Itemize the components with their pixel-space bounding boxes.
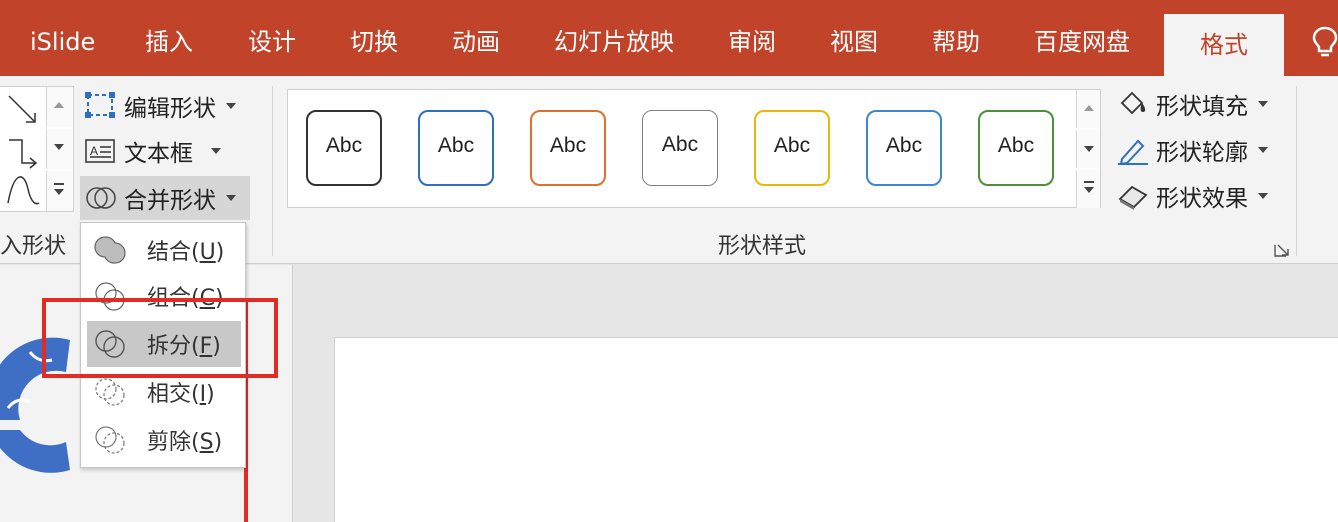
edit-points-icon	[85, 92, 115, 118]
tab-review[interactable]: 审阅	[728, 0, 776, 76]
tab-insert[interactable]: 插入	[145, 0, 193, 76]
styles-scroll-down[interactable]	[1076, 130, 1100, 168]
tab-transitions[interactable]: 切换	[350, 0, 398, 76]
subtract-label: 剪除(S)	[147, 430, 223, 455]
chevron-down-icon	[226, 195, 236, 201]
edit-shape-label: 编辑形状	[124, 96, 216, 122]
shape-fill-button[interactable]: 形状填充	[1116, 86, 1268, 122]
style-preset-3[interactable]: Abc	[530, 110, 606, 186]
chevron-down-icon	[226, 103, 236, 109]
curve-icon[interactable]	[6, 175, 40, 209]
svg-text:A: A	[90, 144, 98, 158]
paint-bucket-icon	[1120, 91, 1146, 115]
chevron-down-icon	[211, 148, 221, 154]
text-box-button[interactable]: A 文本框	[84, 133, 221, 169]
intersect-icon	[95, 378, 125, 406]
merge-shapes-label: 合并形状	[124, 188, 216, 214]
group-separator	[1296, 86, 1297, 256]
dialog-launcher-icon[interactable]	[1274, 241, 1290, 257]
tab-view[interactable]: 视图	[830, 0, 878, 76]
group-separator	[272, 86, 273, 256]
menu-item-subtract[interactable]: 剪除(S)	[87, 417, 241, 463]
slide-canvas[interactable]	[334, 337, 1338, 522]
shape-effects-icon	[1118, 185, 1148, 210]
chevron-down-icon	[1258, 101, 1268, 107]
text-box-label: 文本框	[124, 141, 193, 167]
gallery-scroll-down[interactable]	[46, 129, 72, 169]
highlight-annotation-box	[42, 298, 278, 378]
text-box-icon: A	[85, 139, 115, 163]
style-preset-5[interactable]: Abc	[754, 110, 830, 186]
gallery-scroll-up[interactable]	[46, 87, 72, 127]
tab-help[interactable]: 帮助	[932, 0, 980, 76]
style-preset-2[interactable]: Abc	[418, 110, 494, 186]
gallery-expand[interactable]	[46, 171, 72, 211]
tab-baidu-netdisk[interactable]: 百度网盘	[1034, 0, 1130, 76]
style-preset-6[interactable]: Abc	[866, 110, 942, 186]
styles-scroll-up[interactable]	[1076, 90, 1100, 128]
tab-slideshow[interactable]: 幻灯片放映	[554, 0, 674, 76]
style-preset-4[interactable]: Abc	[642, 110, 718, 186]
elbow-connector-icon[interactable]	[6, 135, 40, 169]
shape-fill-label: 形状填充	[1156, 94, 1248, 120]
shape-outline-button[interactable]: 形状轮廓	[1116, 132, 1268, 168]
union-label: 结合(U)	[147, 240, 225, 265]
union-icon	[94, 236, 126, 264]
subtract-icon	[95, 426, 125, 454]
shape-effects-label: 形状效果	[1156, 186, 1248, 212]
intersect-label: 相交(I)	[147, 382, 215, 407]
shape-effects-button[interactable]: 形状效果	[1116, 178, 1268, 214]
insert-shapes-group-label: 入形状	[0, 234, 67, 259]
arrow-line-icon[interactable]	[6, 93, 40, 127]
chevron-down-icon	[1258, 147, 1268, 153]
style-preset-1[interactable]: Abc	[306, 110, 382, 186]
menu-item-union[interactable]: 结合(U)	[87, 227, 241, 273]
lightbulb-icon[interactable]	[1312, 26, 1338, 58]
ribbon-tab-bar: iSlide 插入 设计 切换 动画 幻灯片放映 审阅 视图 帮助 百度网盘 格…	[0, 0, 1338, 76]
tab-design[interactable]: 设计	[248, 0, 296, 76]
tab-islide[interactable]: iSlide	[30, 0, 95, 76]
pen-icon	[1118, 139, 1148, 165]
merge-shapes-icon	[86, 187, 116, 209]
tab-animations[interactable]: 动画	[452, 0, 500, 76]
shape-styles-gallery[interactable]: Abc Abc Abc Abc Abc Abc Abc	[287, 89, 1101, 208]
shape-styles-group-label: 形状样式	[718, 234, 807, 259]
shapes-gallery[interactable]	[0, 86, 74, 212]
chevron-down-icon	[1258, 193, 1268, 199]
edit-shape-button[interactable]: 编辑形状	[84, 88, 236, 124]
tab-format[interactable]: 格式	[1164, 14, 1284, 76]
shape-outline-label: 形状轮廓	[1156, 140, 1248, 166]
merge-shapes-button[interactable]: 合并形状	[80, 176, 250, 220]
styles-expand[interactable]	[1076, 170, 1100, 208]
style-preset-7[interactable]: Abc	[978, 110, 1054, 186]
